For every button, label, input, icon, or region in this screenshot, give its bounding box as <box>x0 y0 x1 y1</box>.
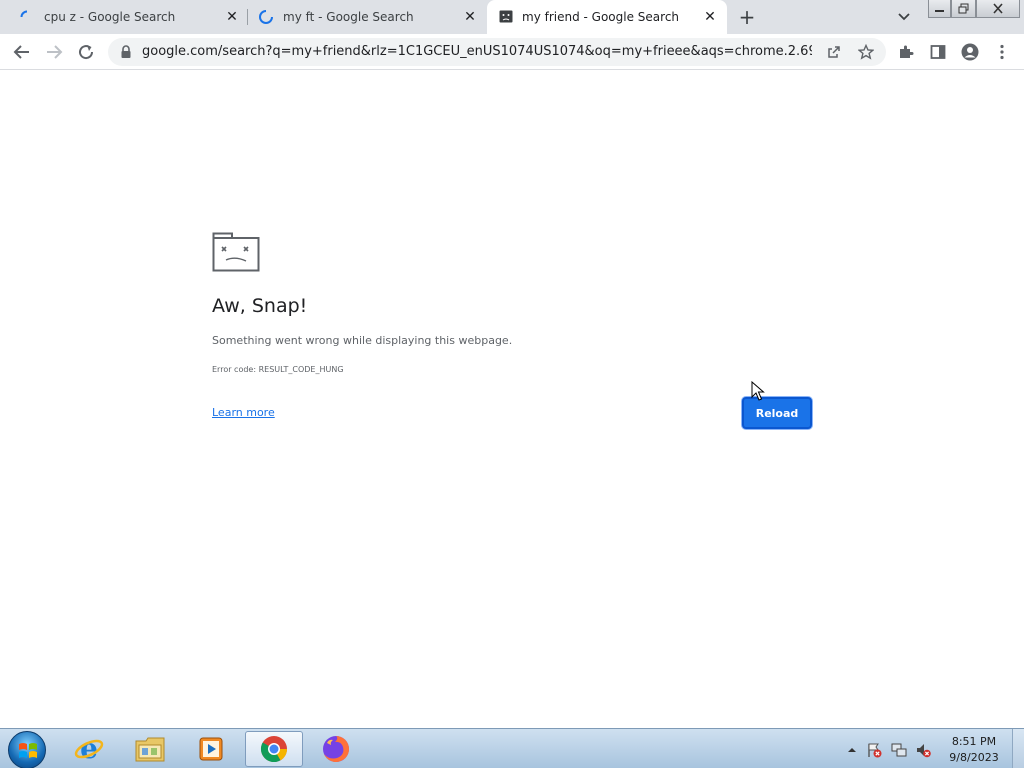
forward-arrow-icon[interactable] <box>44 42 64 62</box>
reload-button[interactable]: Reload <box>742 397 812 429</box>
media-player-icon <box>199 737 223 761</box>
internet-explorer-icon: e <box>74 734 104 764</box>
tab-close-icon[interactable]: ✕ <box>224 9 240 25</box>
tab-title: my ft - Google Search <box>283 10 414 24</box>
clock-time: 8:51 PM <box>951 735 997 748</box>
media-player-taskbar-button[interactable] <box>182 731 240 767</box>
minimize-button[interactable] <box>928 0 951 18</box>
folder-icon <box>135 737 165 762</box>
network-icon[interactable] <box>891 742 907 758</box>
taskbar: e 8:51 PM 9/8/2023 <box>0 728 1024 768</box>
browser-toolbar: google.com/search?q=my+friend&rlz=1C1GCE… <box>0 34 1024 70</box>
error-message: Something went wrong while displaying th… <box>212 334 513 347</box>
tab-cpu-z[interactable]: cpu z - Google Search ✕ <box>0 0 246 34</box>
mouse-cursor-icon <box>751 381 765 401</box>
reload-page-icon[interactable] <box>76 42 96 62</box>
loading-spinner-icon <box>259 10 273 24</box>
screen: cpu z - Google Search ✕ my ft - Google S… <box>0 0 1024 768</box>
show-hidden-icons-icon[interactable] <box>844 742 860 758</box>
tab-search-chevron-icon[interactable] <box>895 9 913 25</box>
extensions-puzzle-icon[interactable] <box>896 42 916 62</box>
restore-button[interactable] <box>951 0 976 18</box>
tab-close-icon[interactable]: ✕ <box>702 9 718 25</box>
tab-close-icon[interactable]: ✕ <box>462 9 478 25</box>
address-bar[interactable]: google.com/search?q=my+friend&rlz=1C1GCE… <box>108 38 886 66</box>
action-center-flag-icon[interactable] <box>866 742 882 758</box>
menu-kebab-icon[interactable] <box>992 42 1012 62</box>
sad-tab-favicon-icon <box>499 10 513 23</box>
firefox-taskbar-button[interactable] <box>307 731 365 767</box>
sad-tab-icon <box>212 232 260 272</box>
new-tab-button[interactable]: + <box>738 7 756 27</box>
side-panel-icon[interactable] <box>928 42 948 62</box>
chrome-icon <box>260 736 288 763</box>
bookmark-star-icon[interactable] <box>858 44 874 60</box>
windows-logo-icon <box>19 743 37 758</box>
profile-avatar-icon[interactable] <box>960 42 980 62</box>
crash-page: Aw, Snap! Something went wrong while dis… <box>0 71 1024 728</box>
tab-title: my friend - Google Search <box>522 10 680 24</box>
system-clock[interactable]: 8:51 PM 9/8/2023 <box>944 734 1004 766</box>
clock-date: 9/8/2023 <box>949 751 999 764</box>
tab-my-ft[interactable]: my ft - Google Search ✕ <box>248 0 486 34</box>
firefox-icon <box>323 736 349 762</box>
error-code: Error code: RESULT_CODE_HUNG <box>212 365 344 374</box>
lock-icon[interactable] <box>120 45 132 59</box>
internet-explorer-taskbar-button[interactable]: e <box>60 731 118 767</box>
svg-text:e: e <box>80 734 98 764</box>
show-desktop-button[interactable] <box>1012 729 1024 768</box>
learn-more-link[interactable]: Learn more <box>212 406 275 419</box>
tab-title: cpu z - Google Search <box>44 10 176 24</box>
loading-spinner-icon <box>20 10 28 18</box>
windows-explorer-taskbar-button[interactable] <box>121 731 179 767</box>
share-icon[interactable] <box>826 44 842 60</box>
start-button[interactable] <box>8 731 46 768</box>
chrome-taskbar-button[interactable] <box>245 731 303 767</box>
volume-muted-icon[interactable] <box>915 742 931 758</box>
tab-strip: cpu z - Google Search ✕ my ft - Google S… <box>0 0 1024 34</box>
error-title: Aw, Snap! <box>212 295 308 317</box>
address-url[interactable]: google.com/search?q=my+friend&rlz=1C1GCE… <box>142 44 812 59</box>
back-arrow-icon[interactable] <box>12 42 32 62</box>
close-window-button[interactable] <box>976 0 1020 18</box>
tab-my-friend[interactable]: my friend - Google Search ✕ <box>487 0 727 34</box>
